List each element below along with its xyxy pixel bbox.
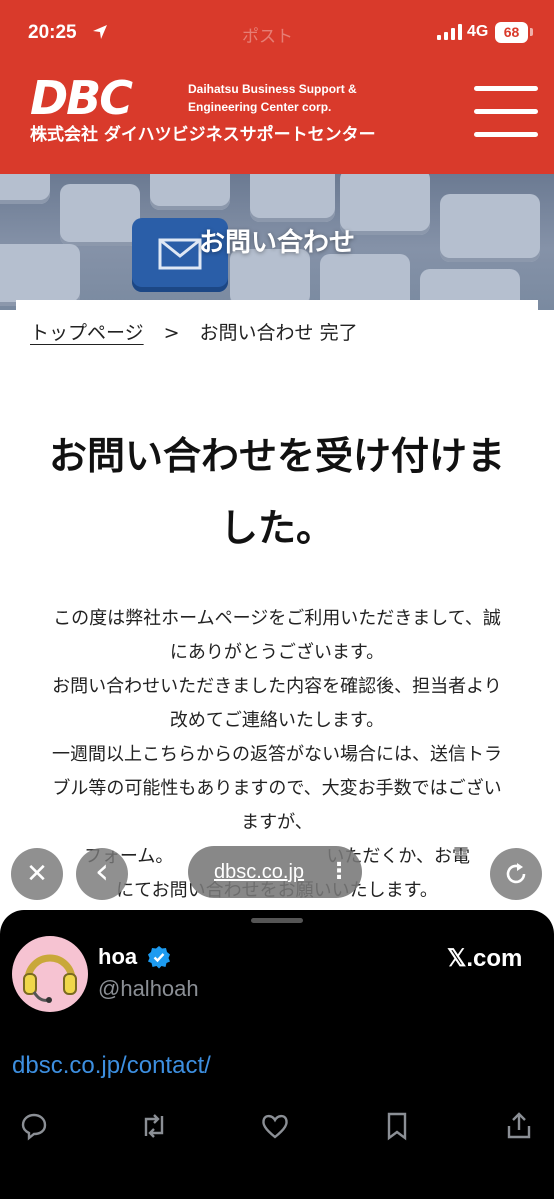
headset-avatar-icon xyxy=(23,954,77,1003)
hero-title: お問い合わせ xyxy=(198,228,355,258)
x-com-link[interactable]: 𝕏.com xyxy=(447,944,522,973)
menu-hamburger-icon[interactable] xyxy=(470,80,542,144)
address-bar[interactable]: dbsc.co.jp ⋮ xyxy=(188,846,362,898)
author-name[interactable]: hoa xyxy=(98,944,137,970)
breadcrumb: トップページ > お問い合わせ 完了 xyxy=(30,318,358,345)
tweet-link[interactable]: dbsc.co.jp/contact/ xyxy=(12,1052,211,1080)
close-icon: ✕ xyxy=(26,859,48,889)
message-line: お問い合わせいただきました内容を確認後、担当者より xyxy=(52,676,502,697)
message-line: 一週間以上こちらからの返答がない場合には、送信トラ xyxy=(52,744,502,765)
message-line: ますが、 xyxy=(241,812,313,833)
heading-line: お問い合わせを受け付けま xyxy=(48,434,505,478)
avatar[interactable] xyxy=(12,936,88,1012)
verified-badge-icon xyxy=(148,946,170,969)
network-type: 4G xyxy=(467,23,489,40)
share-icon[interactable] xyxy=(503,1110,535,1142)
battery-icon xyxy=(530,28,533,36)
heading-line: した。 xyxy=(219,506,334,550)
status-bar: 20:25 ポスト 4G 68 xyxy=(0,0,554,62)
content-card: トップページ > お問い合わせ 完了 お問い合わせを受け付けま した。 この度は弊社… xyxy=(16,300,538,910)
browser-toolbar: ✕ ‹ dbsc.co.jp ⋮ xyxy=(0,842,554,904)
logo-japanese: 株式会社 ダイハツビジネスサポートセンター xyxy=(30,125,376,145)
like-heart-icon[interactable] xyxy=(259,1110,291,1142)
message-line: にありがとうございます。 xyxy=(169,642,385,663)
reload-button[interactable] xyxy=(490,848,542,900)
bookmark-icon[interactable] xyxy=(381,1110,413,1142)
status-time: 20:25 xyxy=(28,22,77,43)
tweet-actions xyxy=(0,1110,554,1142)
message-line: ブル等の可能性もありますので、大変お手数ではござい xyxy=(52,778,502,799)
message-line: 改めてご連絡いたします。 xyxy=(169,710,385,731)
logo-text: DBC xyxy=(30,78,133,118)
battery-level: 68 xyxy=(495,22,528,43)
hero-banner: お問い合わせ xyxy=(0,174,554,310)
more-options-icon[interactable]: ⋮ xyxy=(328,846,350,898)
logo-english-line1: Daihatsu Business Support & xyxy=(188,82,357,96)
breadcrumb-home-link[interactable]: トップページ xyxy=(30,322,144,344)
sheet-grabber[interactable] xyxy=(251,918,303,923)
logo-english-line2: Engineering Center corp. xyxy=(188,100,332,114)
tweet-preview-sheet: hoa @halhoah 𝕏.com dbsc.co.jp/contact/ xyxy=(0,910,554,1199)
author-handle[interactable]: @halhoah xyxy=(98,976,199,1002)
url-text: dbsc.co.jp xyxy=(214,861,305,883)
location-arrow-icon xyxy=(93,25,107,39)
back-chevron-icon: ‹ xyxy=(94,851,110,892)
breadcrumb-current: お問い合わせ 完了 xyxy=(199,322,358,344)
faded-page-title: ポスト xyxy=(242,27,293,46)
signal-bars-icon xyxy=(437,24,462,40)
reload-icon xyxy=(506,863,526,884)
page-heading: お問い合わせを受け付けま した。 xyxy=(26,420,528,564)
dbc-logo[interactable]: DBC xyxy=(30,78,182,118)
retweet-icon[interactable] xyxy=(138,1110,170,1142)
breadcrumb-separator: > xyxy=(163,322,180,344)
message-line: この度は弊社ホームページをご利用いただきまして、誠 xyxy=(53,608,501,629)
site-header: DBC Daihatsu Business Support & Engineer… xyxy=(0,62,554,174)
back-button[interactable]: ‹ xyxy=(76,848,128,900)
close-button[interactable]: ✕ xyxy=(11,848,63,900)
reply-icon[interactable] xyxy=(18,1110,50,1142)
